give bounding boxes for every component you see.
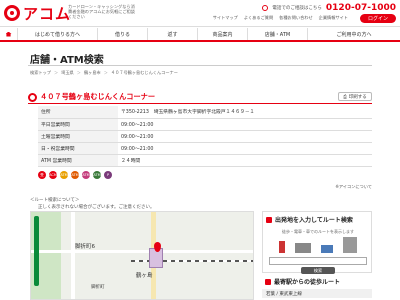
store-marker-icon [28, 93, 37, 102]
login-button[interactable]: ログイン [360, 14, 396, 23]
service-icon: ACM [49, 171, 57, 179]
nav-products[interactable]: 商品案内 [198, 28, 248, 40]
map-road [71, 212, 75, 299]
breadcrumb-item[interactable]: 検索トップ [30, 70, 51, 76]
nav-existing-customers[interactable]: ご利用中の方へ [308, 28, 400, 40]
table-row: 平日営業時間 09:00～21:00 [38, 118, 372, 131]
row-value: 09:00～21:00 [118, 118, 372, 131]
route-panel-title: 出発地を入力してルート検索 [266, 215, 353, 224]
store-heading: ４０７号鶴ヶ島むじんくんコーナー ⎙ 印刷する [28, 92, 372, 104]
util-link-faq[interactable]: よくあるご質問 [244, 15, 273, 21]
nav-home[interactable] [0, 28, 18, 40]
row-value: 09:00～21:00 [118, 130, 372, 143]
route-note-text: 正しく表示されない場合がございます。ご注意ください。 [38, 205, 155, 210]
nav-store-atm[interactable]: 店舗・ATM [248, 28, 308, 40]
service-icon: P [104, 171, 112, 179]
page-title: 店舗・ATM検索 [30, 55, 104, 66]
map-label: 鶴ヶ島 [136, 273, 153, 279]
global-nav: はじめて借りる方へ 借りる 返す 商品案内 店舗・ATM ご利用中の方へ [0, 28, 400, 42]
row-key: 日・祝営業時間 [38, 142, 118, 155]
store-info-table: 住所 〒350-2213 埼玉県鶴ヶ島市大字脚折字北殿戸１４６９－１ 平日営業時間… [38, 106, 372, 167]
logo-mark-icon [4, 5, 20, 21]
table-row: 日・祝営業時間 09:00～21:00 [38, 142, 372, 155]
site-header: アコム カードローン・キャッシングなら消費者金融のアコムにお気軽にご相談ください… [0, 0, 400, 27]
service-icon: ATM [93, 171, 101, 179]
print-label: 印刷する [348, 94, 367, 100]
route-note-title: ＜ルート検索について＞ [30, 198, 80, 203]
store-name: ４０７号鶴ヶ島むじんくんコーナー [40, 92, 156, 101]
nav-borrow[interactable]: 借りる [98, 28, 148, 40]
phone-label: 電話でのご相談はこちら [272, 6, 322, 11]
nav-repay[interactable]: 返す [148, 28, 198, 40]
row-key: 平日営業時間 [38, 118, 118, 131]
breadcrumb-separator: ＞ [76, 70, 81, 75]
table-row: 土曜営業時間 09:00～21:00 [38, 130, 372, 143]
logo-text: アコム [23, 4, 72, 23]
transport-illustration [279, 235, 357, 253]
phone-block: 電話でのご相談はこちら 0120-07-1000 [262, 3, 396, 13]
print-icon: ⎙ [343, 94, 347, 100]
car-icon [321, 245, 333, 253]
title-divider [28, 65, 372, 66]
station-panel-title-text: 最寄駅からの徒歩ルート [274, 279, 341, 286]
row-key: 住所 [38, 106, 118, 119]
home-icon [5, 31, 12, 37]
row-key: 土曜営業時間 [38, 130, 118, 143]
icon-legend-link[interactable]: ※アイコンについて [335, 184, 372, 190]
route-panel-title-text: 出発地を入力してルート検索 [275, 217, 353, 224]
route-icon [266, 216, 272, 223]
breadcrumb-item[interactable]: 埼玉県 [61, 70, 74, 76]
phone-icon [262, 5, 269, 11]
map-road [31, 250, 253, 253]
acom-logo[interactable]: アコム [4, 4, 72, 23]
map-label: 脚折町 [91, 285, 105, 290]
departure-input[interactable] [269, 257, 367, 265]
building-icon [343, 237, 357, 253]
row-key: ATM 営業時間 [38, 154, 118, 167]
utility-links: サイトマップ よくあるご質問 各種お問い合わせ 企業情報サイト [213, 15, 348, 21]
breadcrumb-item[interactable]: 鶴ヶ島市 [84, 70, 101, 76]
phone-number[interactable]: 0120-07-1000 [326, 3, 396, 13]
train-icon [295, 243, 311, 253]
print-button[interactable]: ⎙ 印刷する [338, 92, 372, 101]
util-link-sitemap[interactable]: サイトマップ [213, 15, 238, 21]
map-label: 脚折町6 [75, 244, 95, 250]
map-zoom-control[interactable] [34, 216, 39, 286]
service-icon: ATM [60, 171, 68, 179]
service-icon: ATM [82, 171, 90, 179]
row-value: 09:00～21:00 [118, 142, 372, 155]
table-row: 住所 〒350-2213 埼玉県鶴ヶ島市大字脚折字北殿戸１４６９－１ [38, 106, 372, 119]
route-search-button[interactable]: 検索 [301, 267, 335, 274]
walk-route-icon [265, 278, 271, 285]
station-panel-title: 最寄駅からの徒歩ルート [262, 276, 372, 286]
breadcrumb-current: ４０７号鶴ヶ島むじんくんコーナー [110, 70, 178, 75]
route-search-panel: 出発地を入力してルート検索 徒歩・電車・車でのルートを表示します 検索 [262, 211, 372, 274]
service-icons: 受 ACM ATM ATM ATM ATM P [38, 171, 112, 179]
map[interactable]: 鶴ヶ島 脚折町6 脚折町 [30, 211, 254, 300]
row-value: 〒350-2213 埼玉県鶴ヶ島市大字脚折字北殿戸１４６９－１ [118, 106, 372, 119]
tagline: カードローン・キャッシングなら消費者金融のアコムにお気軽にご相談ください [68, 4, 135, 19]
breadcrumb: 検索トップ＞ 埼玉県＞ 鶴ヶ島市＞ ４０７号鶴ヶ島むじんくんコーナー [30, 70, 178, 76]
nav-first-time[interactable]: はじめて借りる方へ [18, 28, 98, 40]
station-line[interactable]: 若葉 / 東武東上線 [262, 289, 372, 298]
walk-icon [279, 241, 285, 253]
util-link-corporate[interactable]: 企業情報サイト [319, 15, 348, 21]
util-link-contact[interactable]: 各種お問い合わせ [279, 15, 313, 21]
service-icon: ATM [71, 171, 79, 179]
service-icon: 受 [38, 171, 46, 179]
nearest-station-panel: 最寄駅からの徒歩ルート 若葉 / 東武東上線 [262, 276, 372, 300]
breadcrumb-separator: ＞ [103, 70, 108, 75]
row-value: ２４時間 [118, 154, 372, 167]
breadcrumb-separator: ＞ [53, 70, 59, 75]
table-row: ATM 営業時間 ２４時間 [38, 154, 372, 167]
